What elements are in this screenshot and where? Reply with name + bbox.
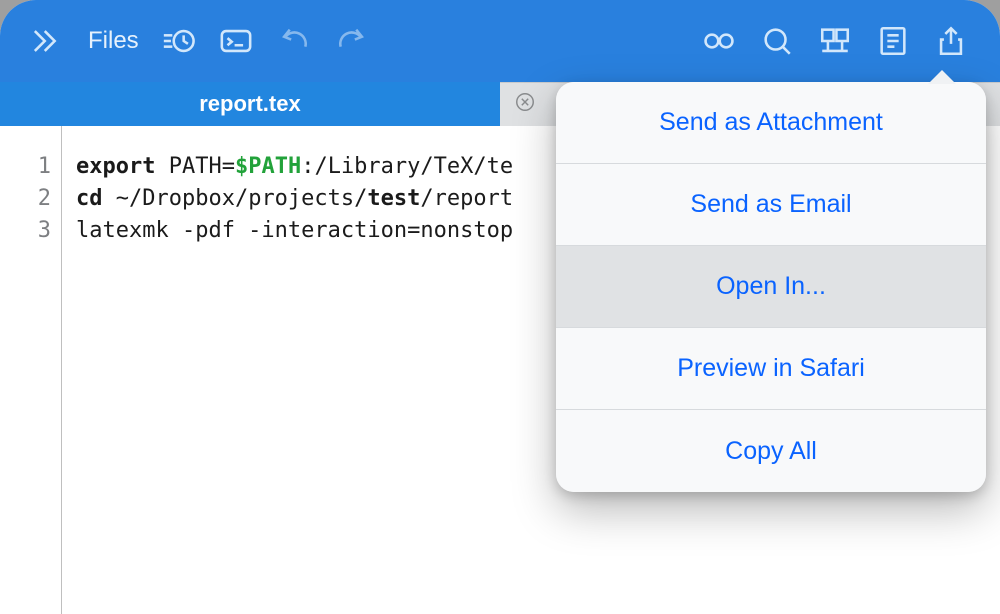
close-icon[interactable]: [514, 91, 536, 118]
app-window: Files report.tex: [0, 0, 1000, 614]
files-button[interactable]: Files: [78, 27, 149, 55]
menu-item-send-email[interactable]: Send as Email: [556, 164, 986, 246]
share-popover: Send as Attachment Send as Email Open In…: [556, 82, 986, 492]
menu-item-preview-safari[interactable]: Preview in Safari: [556, 328, 986, 410]
terminal-icon[interactable]: [207, 12, 265, 70]
redo-icon[interactable]: [323, 12, 381, 70]
toolbar: Files: [0, 0, 1000, 82]
document-icon[interactable]: [864, 12, 922, 70]
menu-item-copy-all[interactable]: Copy All: [556, 410, 986, 492]
line-number: 3: [0, 214, 61, 246]
recent-icon[interactable]: [149, 12, 207, 70]
tab-active[interactable]: report.tex: [0, 82, 500, 126]
tab-active-label: report.tex: [199, 91, 300, 117]
panel-icon[interactable]: [806, 12, 864, 70]
share-menu: Send as Attachment Send as Email Open In…: [556, 82, 986, 492]
menu-item-open-in[interactable]: Open In...: [556, 246, 986, 328]
line-number: 2: [0, 182, 61, 214]
search-icon[interactable]: [748, 12, 806, 70]
reader-icon[interactable]: [690, 12, 748, 70]
share-icon[interactable]: [922, 12, 980, 70]
line-number: 1: [0, 150, 61, 182]
undo-icon[interactable]: [265, 12, 323, 70]
expand-icon[interactable]: [20, 12, 78, 70]
menu-item-send-attachment[interactable]: Send as Attachment: [556, 82, 986, 164]
line-number-gutter: 1 2 3: [0, 126, 62, 614]
